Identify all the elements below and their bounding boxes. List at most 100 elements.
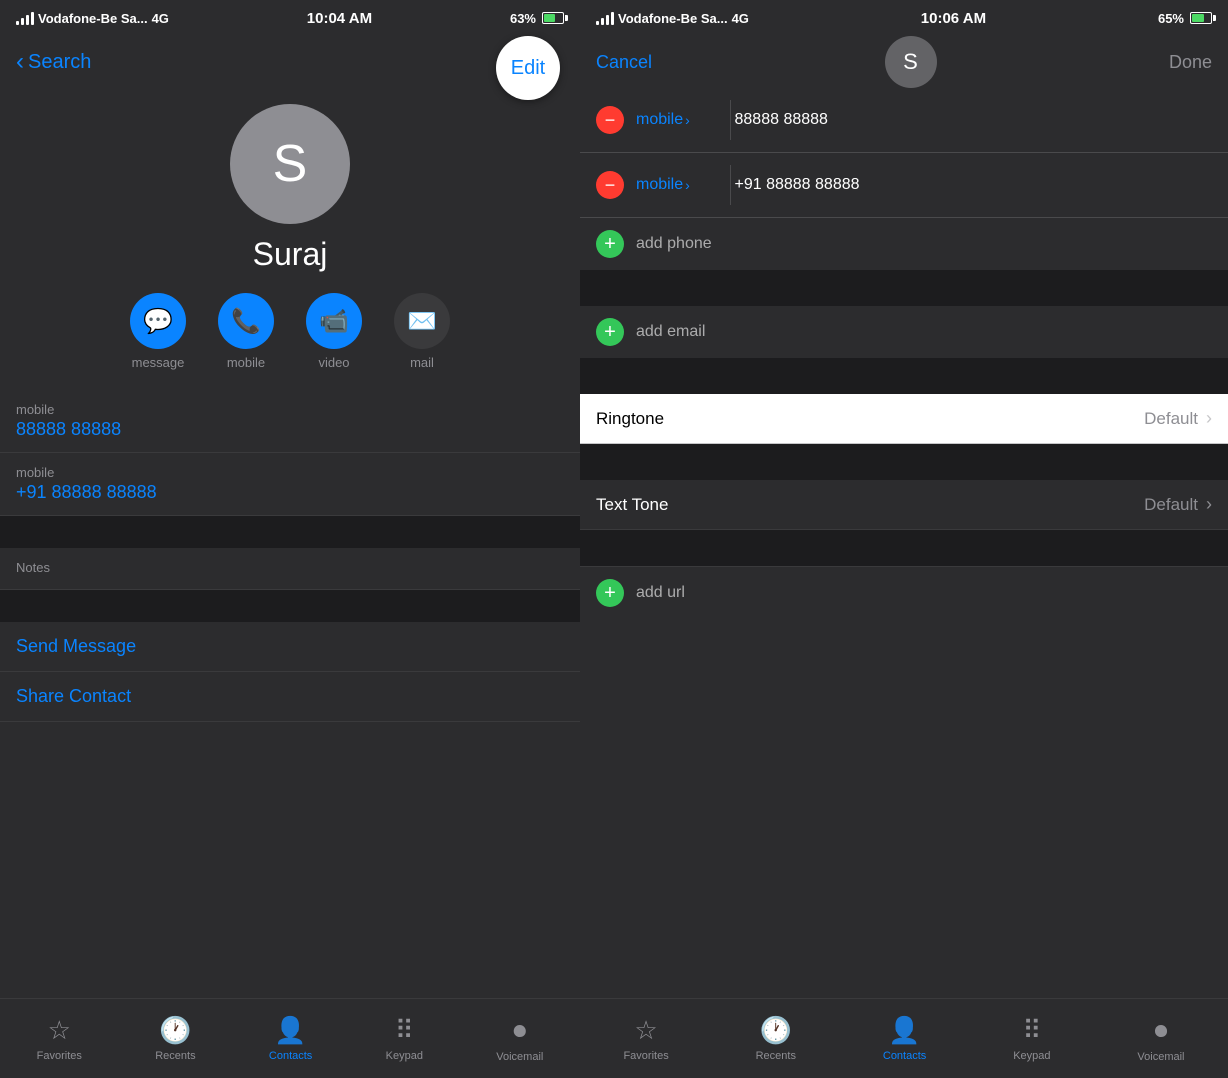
text-tone-section: Text Tone Default › <box>580 480 1228 530</box>
mobile-label-1: mobile <box>636 111 683 129</box>
battery-icon-right <box>1190 12 1212 24</box>
edit-button[interactable]: Edit <box>496 36 560 100</box>
section-gap-1 <box>580 270 1228 306</box>
chevron-left-icon: ‹ <box>16 48 24 76</box>
signal-icon-right <box>596 12 614 25</box>
section-gap-2 <box>580 358 1228 394</box>
status-bar-right: Vodafone-Be Sa... 4G 10:06 AM 65% <box>580 0 1228 36</box>
time-left: 10:04 AM <box>307 10 372 27</box>
right-panel: Vodafone-Be Sa... 4G 10:06 AM 65% Cancel… <box>580 0 1228 1078</box>
battery-percent-right: 65% <box>1158 11 1184 26</box>
phone-row-2[interactable]: mobile +91 88888 88888 <box>0 453 580 516</box>
contact-name: Suraj <box>253 236 328 273</box>
tab-recents-left[interactable]: 🕐 Recents <box>155 1015 195 1062</box>
phone-label-2: mobile <box>16 465 564 480</box>
avatar-left: S <box>230 104 350 224</box>
add-phone-button[interactable]: + <box>596 230 624 258</box>
chevron-right-icon-1: › <box>685 112 690 128</box>
nav-bar-right: Cancel S Done <box>580 36 1228 88</box>
phone-row-1[interactable]: mobile 88888 88888 <box>0 390 580 453</box>
add-email-row[interactable]: + add email <box>580 306 1228 358</box>
battery-percent-left: 63% <box>510 11 536 26</box>
left-panel: Vodafone-Be Sa... 4G 10:04 AM 63% ‹ Sear… <box>0 0 580 1078</box>
video-action[interactable]: 📹 video <box>306 293 362 370</box>
section-divider-2 <box>0 590 580 622</box>
contacts-label-left: Contacts <box>269 1050 312 1062</box>
notes-label: Notes <box>16 560 564 575</box>
notes-row: Notes <box>0 548 580 590</box>
favorites-label-left: Favorites <box>37 1050 82 1062</box>
phone-number-2: +91 88888 88888 <box>735 176 1213 194</box>
ringtone-row[interactable]: Ringtone Default › <box>580 394 1228 444</box>
email-edit-group: + add email <box>580 306 1228 358</box>
tab-bar-left: ☆ Favorites 🕐 Recents 👤 Contacts ⠿ Keypa… <box>0 998 580 1078</box>
ringtone-section: Ringtone Default › <box>580 394 1228 444</box>
contacts-icon: 👤 <box>274 1015 306 1046</box>
phone-label-1: mobile <box>16 402 564 417</box>
back-search-button[interactable]: ‹ Search <box>16 48 91 76</box>
section-gap-4 <box>580 530 1228 566</box>
message-label: message <box>132 355 185 370</box>
text-tone-value: Default <box>1144 495 1198 515</box>
video-icon: 📹 <box>306 293 362 349</box>
ringtone-chevron-icon: › <box>1206 408 1212 429</box>
phone-value-1: 88888 88888 <box>16 419 564 440</box>
tab-voicemail-right[interactable]: ⏺ Voicemail <box>1137 1015 1184 1063</box>
recents-icon: 🕐 <box>159 1015 191 1046</box>
network-type-left: 4G <box>152 11 169 26</box>
avatar-right: S <box>885 36 937 88</box>
tab-favorites-right[interactable]: ☆ Favorites <box>623 1015 668 1062</box>
tab-voicemail-left[interactable]: ⏺ Voicemail <box>496 1015 543 1063</box>
add-url-button[interactable]: + <box>596 579 624 607</box>
text-tone-chevron-icon: › <box>1206 494 1212 515</box>
send-message-row[interactable]: Send Message <box>0 622 580 672</box>
share-contact-row[interactable]: Share Contact <box>0 672 580 722</box>
section-gap-3 <box>580 444 1228 480</box>
contacts-icon-right: 👤 <box>888 1015 920 1046</box>
phone-icon: 📞 <box>218 293 274 349</box>
text-tone-row[interactable]: Text Tone Default › <box>580 480 1228 530</box>
edit-label: Edit <box>511 57 545 80</box>
remove-phone-2-button[interactable]: − <box>596 171 624 199</box>
voicemail-label-right: Voicemail <box>1137 1051 1184 1063</box>
mail-action[interactable]: ✉️ mail <box>394 293 450 370</box>
video-label: video <box>318 355 349 370</box>
add-email-button[interactable]: + <box>596 318 624 346</box>
message-action[interactable]: 💬 message <box>130 293 186 370</box>
add-url-row[interactable]: + add url <box>580 566 1228 619</box>
tab-recents-right[interactable]: 🕐 Recents <box>756 1015 796 1062</box>
add-phone-row[interactable]: + add phone <box>580 218 1228 270</box>
tab-keypad-left[interactable]: ⠿ Keypad <box>386 1015 423 1062</box>
action-buttons: 💬 message 📞 mobile 📹 video ✉️ mail <box>130 293 450 370</box>
nav-bar-left: ‹ Search <box>0 36 580 88</box>
voicemail-icon: ⏺ <box>513 1015 526 1047</box>
phone-edit-row-1[interactable]: − mobile › 88888 88888 <box>580 88 1228 153</box>
avatar-initial-left: S <box>273 134 308 194</box>
remove-phone-1-button[interactable]: − <box>596 106 624 134</box>
tab-favorites-left[interactable]: ☆ Favorites <box>37 1015 82 1062</box>
add-url-label: add url <box>636 584 1212 602</box>
section-divider-1 <box>0 516 580 548</box>
recents-label-right: Recents <box>756 1050 796 1062</box>
network-type-right: 4G <box>732 11 749 26</box>
keypad-icon-right: ⠿ <box>1022 1015 1041 1046</box>
cancel-button[interactable]: Cancel <box>596 52 652 73</box>
phone-edit-row-2[interactable]: − mobile › +91 88888 88888 <box>580 153 1228 218</box>
chevron-right-icon-2: › <box>685 177 690 193</box>
tab-bar-right: ☆ Favorites 🕐 Recents 👤 Contacts ⠿ Keypa… <box>580 998 1228 1078</box>
mobile-action[interactable]: 📞 mobile <box>218 293 274 370</box>
contact-header: S Suraj 💬 message 📞 mobile 📹 video ✉️ ma… <box>0 88 580 390</box>
add-phone-label: add phone <box>636 235 1212 253</box>
tab-contacts-right[interactable]: 👤 Contacts <box>883 1015 926 1062</box>
keypad-label-right: Keypad <box>1013 1050 1050 1062</box>
ringtone-value: Default <box>1144 409 1198 429</box>
back-search-label: Search <box>28 51 91 74</box>
favorites-label-right: Favorites <box>623 1050 668 1062</box>
tab-keypad-right[interactable]: ⠿ Keypad <box>1013 1015 1050 1062</box>
edit-section: − mobile › 88888 88888 − mobile › +91 88… <box>580 88 1228 998</box>
tab-contacts-left[interactable]: 👤 Contacts <box>269 1015 312 1062</box>
send-message-label: Send Message <box>16 636 136 656</box>
info-section: mobile 88888 88888 mobile +91 88888 8888… <box>0 390 580 998</box>
mail-label: mail <box>410 355 434 370</box>
mail-icon: ✉️ <box>394 293 450 349</box>
